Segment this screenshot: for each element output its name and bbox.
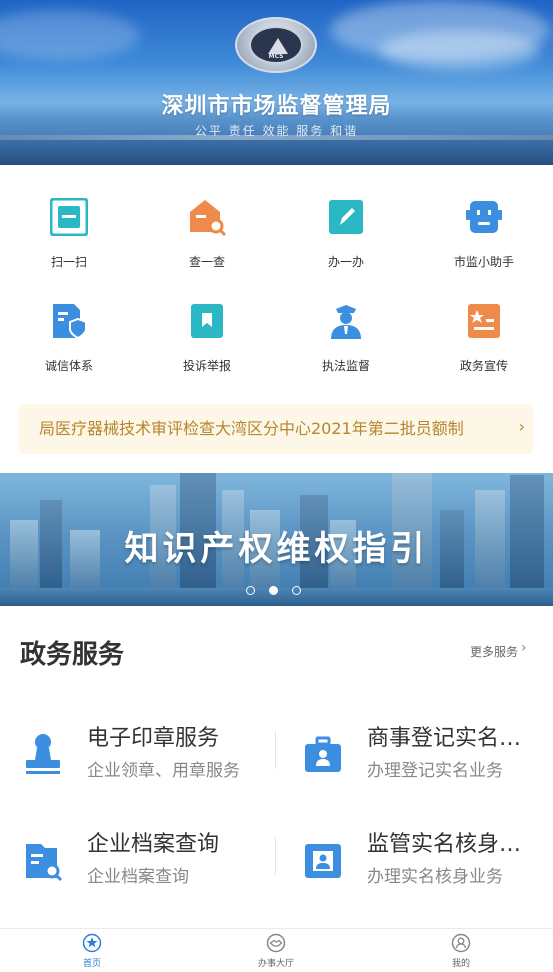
robot-icon [466,201,502,233]
service-subtitle: 办理实名核身业务 [367,867,503,887]
chevron-right-icon[interactable]: › [521,640,527,656]
divider [275,731,276,769]
service-subtitle: 企业档案查询 [87,867,189,887]
page-motto: 公平 责任 效能 服务 和谐 [194,124,359,138]
carousel-dot[interactable] [246,586,255,595]
quick-action-assistant[interactable]: 市监小助手 [415,190,553,280]
handshake-icon [266,933,286,953]
divider [275,837,276,875]
quick-action-handle[interactable]: 办一办 [277,190,415,280]
tab-label: 首页 [82,959,101,969]
quick-action-scan[interactable]: 扫一扫 [0,190,138,280]
scan-icon [50,198,88,236]
shield-doc-icon [53,304,87,340]
edit-icon [329,200,363,234]
promo-banner[interactable]: 知识产权维权指引 [0,473,553,606]
home-icon [82,933,102,953]
quick-action-publicity[interactable]: 政务宣传 [415,294,553,384]
carousel-dot[interactable] [292,586,301,595]
officer-icon [331,305,361,339]
folder-search-icon [26,844,63,882]
section-title: 政务服务 [20,640,125,670]
quick-action-complaint[interactable]: 投诉举报 [138,294,276,384]
service-card-archive[interactable]: 企业档案查询 企业档案查询 [20,826,280,896]
banner-title: 知识产权维权指引 [124,529,429,569]
tab-home[interactable]: 首页 [0,929,184,972]
briefcase-id-icon [305,736,341,772]
service-card-e-seal[interactable]: 电子印章服务 企业领章、用章服务 [20,720,280,790]
tab-label: 办事大厅 [257,959,294,969]
bottom-tab-bar: 首页 办事大厅 我的 [0,928,553,972]
quick-action-label: 执法监督 [321,359,370,373]
quick-action-credit[interactable]: 诚信体系 [0,294,138,384]
emblem-logo: MCS [235,17,317,73]
more-services-link[interactable]: 更多服务 [470,643,518,660]
service-subtitle: 办理登记实名业务 [367,761,503,781]
notice-bar[interactable]: 局医疗器械技术审评检查大湾区分中心2021年第二批员额制 › [19,404,533,454]
service-subtitle: 企业领章、用章服务 [87,761,240,781]
service-title: 监管实名核身… [367,832,522,857]
service-title: 企业档案查询 [87,832,220,857]
service-title: 商事登记实名… [367,726,522,751]
quick-action-label: 政务宣传 [459,359,508,373]
search-house-icon [190,200,226,236]
tab-profile[interactable]: 我的 [369,929,553,972]
chevron-right-icon: › [518,417,525,436]
quick-action-label: 扫一扫 [50,255,87,269]
quick-action-label: 投诉举报 [182,359,231,373]
stamp-icon [26,734,60,774]
service-title: 电子印章服务 [87,726,220,751]
page-title: 深圳市市场监督管理局 [161,94,392,119]
emblem-text: MCS [268,53,284,60]
quick-action-label: 市监小助手 [453,255,514,269]
quick-action-label: 查一查 [188,255,225,269]
header-banner: MCS 深圳市市场监督管理局 公平 责任 效能 服务 和谐 [0,0,553,165]
user-icon [451,933,471,953]
service-card-registration[interactable]: 商事登记实名… 办理登记实名业务 [300,720,553,790]
id-card-icon [305,844,341,878]
quick-action-enforcement[interactable]: 执法监督 [277,294,415,384]
star-doc-icon [468,304,500,338]
service-card-identity[interactable]: 监管实名核身… 办理实名核身业务 [300,826,553,896]
quick-action-label: 办一办 [327,255,364,269]
tab-service-hall[interactable]: 办事大厅 [184,929,368,972]
quick-action-search[interactable]: 查一查 [138,190,276,280]
quick-action-label: 诚信体系 [44,359,93,373]
tab-label: 我的 [451,959,470,969]
carousel-dot-active[interactable] [269,586,278,595]
bookmark-doc-icon [191,304,223,338]
notice-text: 局医疗器械技术审评检查大湾区分中心2021年第二批员额制 [39,419,464,438]
